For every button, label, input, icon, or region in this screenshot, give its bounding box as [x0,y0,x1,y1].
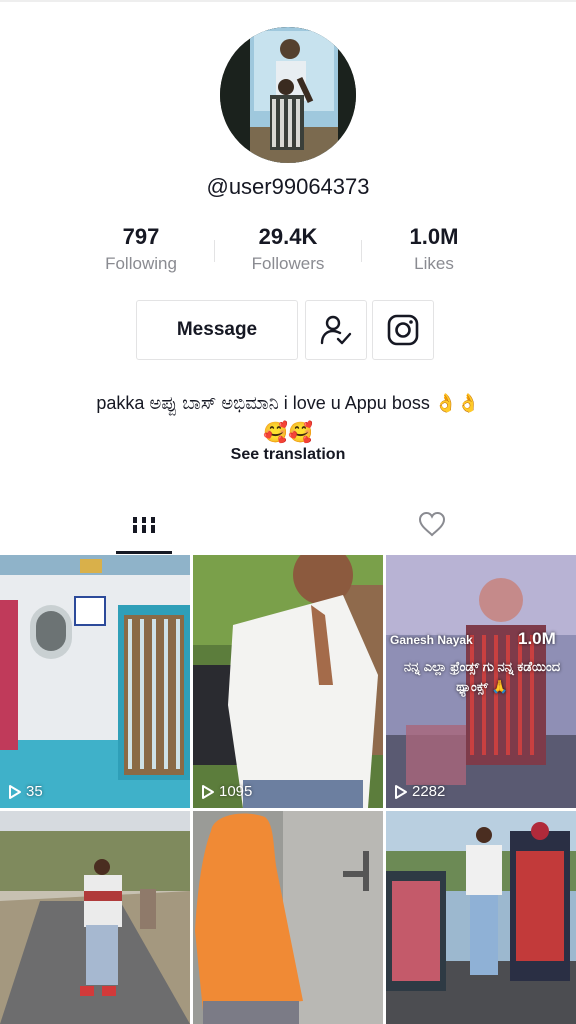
follow-status-button[interactable] [305,300,367,360]
tab-liked[interactable] [288,505,576,555]
user-check-icon [320,315,352,345]
profile-stats: 797 Following 29.4K Followers 1.0M Likes [0,224,576,284]
bio: pakka ಅಪ್ಪು ಬಾಸ್ ಅಭಿಮಾನಿ i love u Appu b… [20,390,556,446]
view-count: 35 [8,783,43,800]
view-count: 2282 [394,783,445,800]
likes-label: Likes [414,254,454,273]
active-tab-indicator [116,551,172,554]
play-icon [9,784,21,799]
heart-icon [418,511,446,537]
play-icon [202,784,214,799]
video-thumbnail[interactable] [386,811,576,1024]
stat-following[interactable]: 797 Following [71,224,211,274]
tab-videos[interactable] [0,505,288,555]
view-count-text: 1095 [219,783,253,800]
video-grid: 35 1095 Ganesh Nayak 1.0M ನನ್ನ ಎಲ್ಲಾ ಫ್ರ… [0,555,576,1024]
profile-tabs [0,505,576,555]
stat-followers[interactable]: 29.4K Followers [218,224,358,274]
following-count: 797 [122,224,160,249]
view-count: 1095 [201,783,252,800]
following-label: Following [105,254,177,273]
instagram-icon [387,314,419,346]
username: @user99064373 [206,174,370,199]
video-thumbnail[interactable] [193,811,383,1024]
overlay-count: 1.0M [518,629,556,648]
avatar[interactable] [220,27,356,163]
followers-label: Followers [251,254,325,273]
instagram-button[interactable] [372,300,434,360]
bio-line-2: 🥰🥰 [263,422,313,444]
video-thumbnail[interactable]: 35 [0,555,190,808]
overlay-caption: ನನ್ನ ಎಲ್ಲಾ ಫ್ರೆಂಡ್ಸ್ ಗು ನನ್ನ ಕಡೆಯಿಂದ ಥ್ಯ… [403,659,561,694]
view-count-text: 35 [26,783,43,800]
message-button[interactable]: Message [136,300,298,360]
overlay-name: Ganesh Nayak [390,633,473,647]
top-divider [0,0,576,2]
play-icon [395,784,407,799]
followers-count: 29.4K [258,224,318,249]
stat-divider [361,240,362,262]
likes-count: 1.0M [409,224,459,249]
view-count-text: 2282 [412,783,446,800]
see-translation-link[interactable]: See translation [0,446,576,464]
stat-likes[interactable]: 1.0M Likes [364,224,504,274]
stat-divider [214,240,215,262]
video-thumbnail[interactable]: 1095 [193,555,383,808]
bio-line-1: pakka ಅಪ್ಪು ಬಾಸ್ ಅಭಿಮಾನಿ i love u Appu b… [96,393,480,413]
video-thumbnail[interactable] [0,811,190,1024]
grid-icon [133,517,155,533]
video-thumbnail[interactable]: Ganesh Nayak 1.0M ನನ್ನ ಎಲ್ಲಾ ಫ್ರೆಂಡ್ಸ್ ಗ… [386,555,576,808]
